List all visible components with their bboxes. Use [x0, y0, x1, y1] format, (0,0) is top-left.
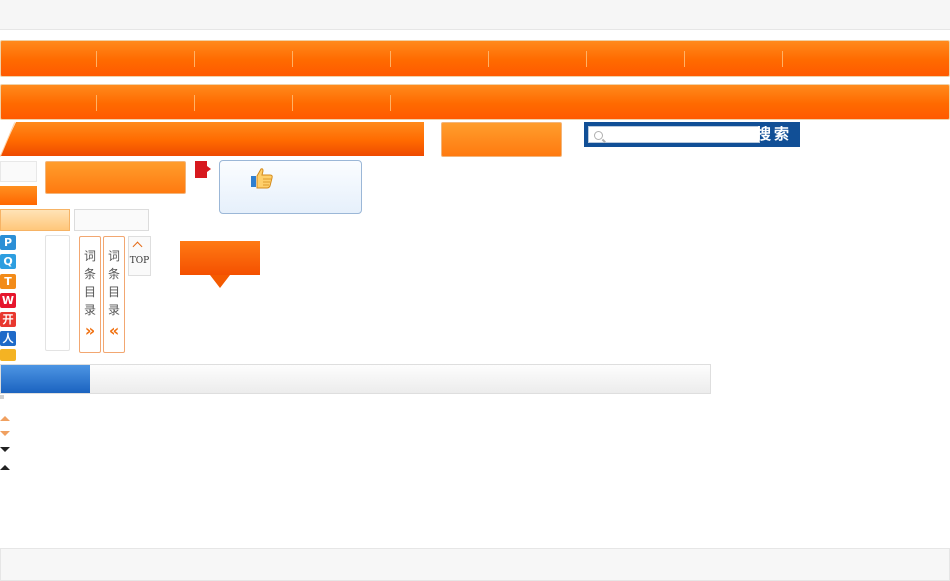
edit-entry-button[interactable]: [45, 161, 186, 194]
toc-label: 词条目录: [108, 249, 121, 317]
secondary-nav-bar: [0, 84, 950, 120]
double-chevron-left-icon: «: [108, 321, 120, 340]
nav-separator: [292, 51, 293, 67]
tab-inactive[interactable]: [0, 161, 37, 182]
nav-separator: [782, 51, 783, 67]
nav-separator: [194, 51, 195, 67]
caret-up-icon[interactable]: [0, 416, 10, 421]
search-box: 搜索: [584, 122, 800, 147]
caret-up-icon[interactable]: [0, 465, 10, 470]
nav-separator: [684, 51, 685, 67]
double-chevron-right-icon: »: [84, 321, 96, 340]
search-button[interactable]: 搜索: [748, 124, 800, 145]
qq-icon[interactable]: Q: [0, 254, 16, 269]
sub-tab-active[interactable]: [0, 209, 70, 231]
nav-separator: [96, 51, 97, 67]
back-to-top-label: TOP: [129, 256, 150, 266]
progress-fill: [1, 365, 90, 393]
nav-separator: [586, 51, 587, 67]
sina-weibo-icon[interactable]: W: [0, 293, 16, 308]
misc-share-icon[interactable]: [0, 349, 16, 361]
side-panel: [45, 235, 70, 351]
tooltip-callout: [180, 241, 260, 288]
nav-separator: [96, 95, 97, 111]
progress-bar: [0, 364, 711, 394]
chevron-up-icon: [132, 241, 143, 252]
footer-bar: [0, 548, 950, 581]
toc-collapse-button[interactable]: 词条目录 «: [103, 236, 125, 353]
ribbon-action-button[interactable]: [441, 122, 562, 157]
sub-tab-inactive[interactable]: [74, 209, 149, 231]
caret-down-icon[interactable]: [0, 431, 10, 436]
nav-separator: [292, 95, 293, 111]
search-icon: [594, 131, 603, 140]
toc-label: 词条目录: [84, 249, 97, 317]
toc-expand-button[interactable]: 词条目录 »: [79, 236, 101, 353]
caret-down-icon[interactable]: [0, 447, 10, 452]
nav-separator: [390, 95, 391, 111]
renren-icon[interactable]: 人: [0, 331, 16, 346]
like-box[interactable]: [219, 160, 362, 214]
title-ribbon: [0, 122, 424, 157]
back-to-top-button[interactable]: TOP: [128, 236, 151, 276]
top-bar: [0, 0, 950, 30]
thumbs-up-icon: [251, 168, 273, 189]
flag-icon[interactable]: [195, 161, 211, 178]
progress-marker: [0, 395, 4, 399]
kaixin-icon[interactable]: 开: [0, 312, 16, 327]
tab-active[interactable]: [0, 186, 37, 205]
pinterest-icon[interactable]: P: [0, 235, 16, 250]
nav-separator: [488, 51, 489, 67]
nav-separator: [194, 95, 195, 111]
primary-nav-bar: [0, 40, 950, 77]
nav-separator: [390, 51, 391, 67]
search-input[interactable]: [588, 126, 760, 143]
tencent-weibo-icon[interactable]: T: [0, 274, 16, 289]
